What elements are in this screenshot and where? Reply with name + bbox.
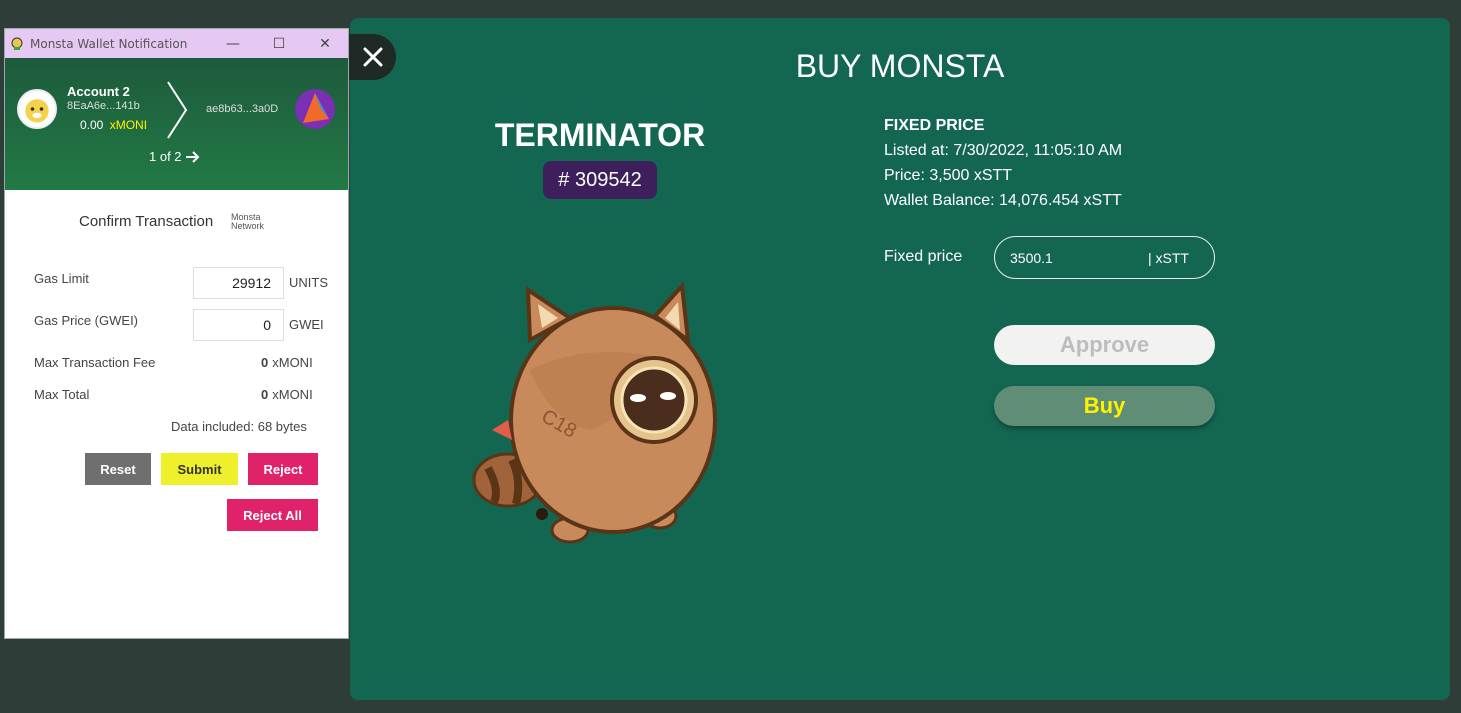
gas-limit-label: Gas Limit bbox=[34, 271, 89, 286]
fixed-price-input[interactable] bbox=[1010, 249, 1140, 266]
modal-title: BUY MONSTA bbox=[795, 48, 1005, 84]
confirm-transaction-title: Confirm Transaction bbox=[79, 213, 214, 230]
account-name: Account 2 bbox=[67, 84, 130, 99]
destination-address: ae8b63...3a0D bbox=[206, 103, 279, 115]
wallet-header: Account 2 8EaA6e...141b 0.00 xMONI ae8b6… bbox=[5, 58, 348, 190]
buy-button[interactable]: Buy bbox=[994, 386, 1215, 426]
listing-info: FIXED PRICE Listed at: 7/30/2022, 11:05:… bbox=[884, 113, 1122, 213]
network-label: Monsta Network bbox=[231, 213, 264, 231]
max-total-unit: xMONI bbox=[272, 387, 313, 402]
maximize-icon[interactable]: ☐ bbox=[256, 29, 302, 58]
max-fee-value: 0 xMONI bbox=[261, 355, 313, 370]
listed-at-text: Listed at: 7/30/2022, 11:05:10 AM bbox=[884, 142, 1123, 159]
window-title: Monsta Wallet Notification bbox=[30, 36, 188, 51]
transaction-pager[interactable]: 1 of 2 bbox=[149, 149, 201, 164]
gas-price-input[interactable] bbox=[193, 309, 284, 341]
fixed-price-heading: FIXED PRICE bbox=[884, 117, 985, 134]
balance-unit: xMONI bbox=[109, 118, 148, 132]
buy-monsta-modal: BUY MONSTA TERMINATOR # 309542 C18 FIXED… bbox=[350, 18, 1450, 700]
fixed-price-field[interactable]: | xSTT bbox=[994, 236, 1215, 279]
account-address: 8EaA6e...141b bbox=[67, 100, 140, 112]
max-fee-label: Max Transaction Fee bbox=[34, 355, 156, 370]
monsta-app-icon bbox=[11, 37, 23, 50]
monster-image: C18 bbox=[472, 281, 717, 544]
price-unit-label: | xSTT bbox=[1148, 249, 1189, 266]
window-titlebar: Monsta Wallet Notification — ☐ ✕ bbox=[5, 29, 348, 58]
nft-id-badge: # 309542 bbox=[543, 161, 657, 199]
network-line2: Network bbox=[231, 221, 265, 231]
max-total-value: 0 xMONI bbox=[261, 387, 313, 402]
gas-limit-unit: UNITS bbox=[289, 275, 328, 290]
wallet-balance-text: Wallet Balance: 14,076.454 xSTT bbox=[884, 192, 1122, 209]
balance-value: 0.00 bbox=[80, 118, 104, 132]
gas-price-label: Gas Price (GWEI) bbox=[34, 313, 139, 328]
window-close-icon[interactable]: ✕ bbox=[302, 29, 348, 58]
pager-text: 1 of 2 bbox=[149, 149, 182, 164]
destination-avatar bbox=[295, 89, 335, 129]
account-avatar bbox=[17, 89, 57, 129]
wallet-notification-window: Monsta Wallet Notification — ☐ ✕ Account… bbox=[4, 28, 349, 639]
close-modal-button[interactable] bbox=[349, 34, 396, 80]
data-included-text: Data included: 68 bytes bbox=[171, 419, 307, 434]
max-fee-number: 0 bbox=[261, 355, 269, 370]
gas-price-unit: GWEI bbox=[289, 317, 324, 332]
fixed-price-label: Fixed price bbox=[884, 248, 963, 265]
submit-button[interactable]: Submit bbox=[161, 453, 238, 485]
reject-all-button[interactable]: Reject All bbox=[227, 499, 318, 531]
reject-button[interactable]: Reject bbox=[248, 453, 318, 485]
chevron-right-icon bbox=[167, 81, 188, 139]
reset-button[interactable]: Reset bbox=[85, 453, 151, 485]
account-balance: 0.00 xMONI bbox=[80, 118, 147, 132]
nft-name: TERMINATOR bbox=[494, 117, 706, 153]
price-text: Price: 3,500 xSTT bbox=[884, 167, 1013, 184]
approve-button[interactable]: Approve bbox=[994, 325, 1215, 365]
minimize-icon[interactable]: — bbox=[210, 29, 256, 58]
gas-limit-input[interactable] bbox=[193, 267, 284, 299]
max-total-label: Max Total bbox=[34, 387, 90, 402]
max-fee-unit: xMONI bbox=[272, 355, 313, 370]
arrow-right-icon[interactable] bbox=[185, 150, 201, 164]
close-icon bbox=[363, 47, 382, 67]
max-total-number: 0 bbox=[261, 387, 269, 402]
